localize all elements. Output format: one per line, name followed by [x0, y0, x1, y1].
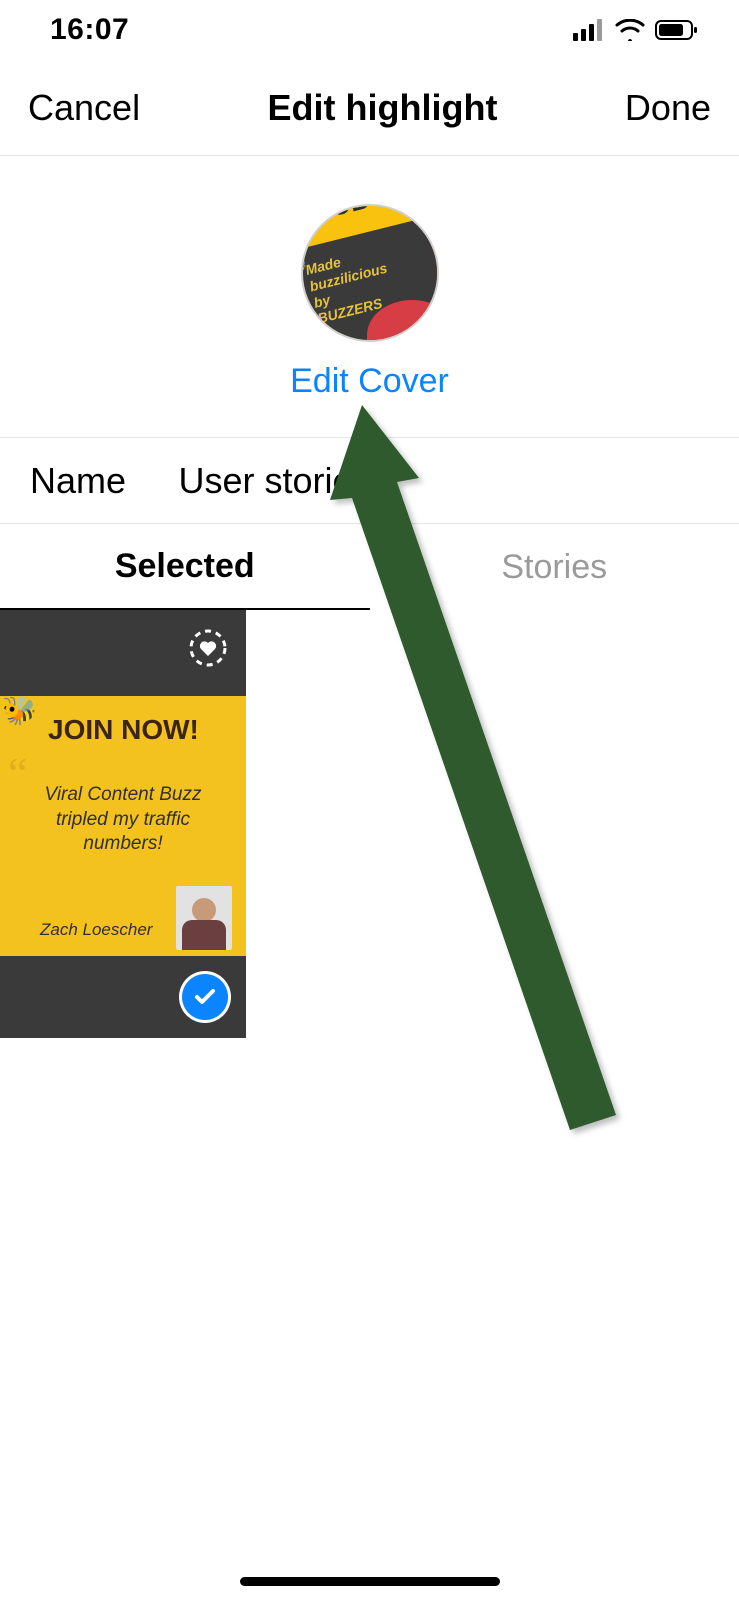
header-bar: Cancel Edit highlight Done	[0, 60, 739, 156]
close-friends-heart-icon	[188, 628, 228, 668]
story-card: 🐝 JOIN NOW! “ Viral Content Buzz tripled…	[0, 696, 246, 956]
cancel-button[interactable]: Cancel	[28, 87, 140, 129]
page-title: Edit highlight	[268, 87, 498, 129]
name-input[interactable]	[178, 460, 709, 502]
cover-thumbnail[interactable]: CBUZZ 🐝 Made buzzilicious by BUZZERS	[301, 204, 439, 342]
stories-grid: 🐝 JOIN NOW! “ Viral Content Buzz tripled…	[0, 610, 739, 1038]
tab-stories[interactable]: Stories	[370, 524, 739, 610]
status-bar: 16:07	[0, 0, 739, 60]
cellular-signal-icon	[573, 19, 605, 41]
done-button[interactable]: Done	[625, 87, 711, 129]
name-label: Name	[30, 460, 178, 502]
name-row: Name	[0, 438, 739, 524]
story-author: Zach Loescher	[40, 920, 152, 940]
quote-mark-icon: “	[8, 749, 28, 798]
tab-selected[interactable]: Selected	[0, 524, 370, 610]
story-author-photo	[176, 886, 232, 950]
selected-check-icon[interactable]	[182, 974, 228, 1020]
story-quote: Viral Content Buzz tripled my traffic nu…	[14, 765, 232, 857]
status-time: 16:07	[50, 13, 129, 47]
battery-icon	[655, 19, 699, 41]
wifi-icon	[615, 19, 645, 41]
edit-cover-link[interactable]: Edit Cover	[290, 362, 449, 401]
cover-section: CBUZZ 🐝 Made buzzilicious by BUZZERS Edi…	[0, 156, 739, 438]
home-indicator[interactable]	[240, 1577, 500, 1586]
tabs-row: Selected Stories	[0, 524, 739, 610]
bee-icon: 🐝	[2, 694, 37, 727]
story-tile[interactable]: 🐝 JOIN NOW! “ Viral Content Buzz tripled…	[0, 610, 246, 1038]
story-headline: JOIN NOW!	[14, 714, 232, 746]
status-icons	[573, 19, 699, 41]
